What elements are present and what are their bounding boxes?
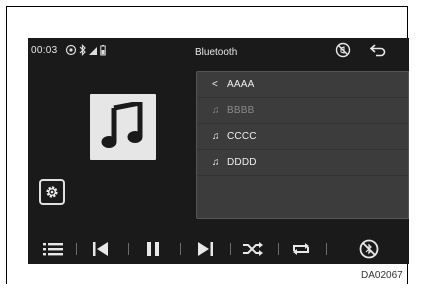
divider: [230, 243, 231, 255]
chevron-left-icon: <: [212, 79, 218, 90]
track-label: DDDD: [227, 157, 257, 168]
playback-controls: [28, 234, 409, 264]
music-note-icon: [101, 102, 143, 148]
settings-button[interactable]: [39, 179, 65, 205]
track-item[interactable]: ♫ DDDD: [197, 150, 408, 176]
clock: 00:03: [31, 45, 58, 56]
bluetooth-icon: [79, 44, 86, 56]
list-back-row[interactable]: < AAAA: [197, 72, 408, 98]
divider: [326, 243, 327, 255]
divider: [128, 243, 129, 255]
track-item[interactable]: ♫ BBBB: [197, 98, 408, 124]
album-art: [90, 94, 156, 160]
signal-strength-icon: [89, 47, 97, 55]
skip-back-icon: [93, 242, 108, 256]
music-note-icon: ♫: [212, 105, 220, 116]
music-note-icon: ♫: [212, 131, 220, 142]
repeat-icon: [293, 243, 309, 255]
list-menu-button[interactable]: [42, 238, 64, 260]
divider: [180, 243, 181, 255]
skip-forward-icon: [198, 242, 213, 256]
screen-title: Bluetooth: [195, 47, 238, 58]
head-unit-screen: 00:03 Bluetooth < AAAA ♫ BBBB ♫ CCCC ♫ D…: [28, 38, 409, 264]
figure-code: DA02067: [361, 270, 403, 281]
list-icon: [43, 243, 63, 256]
next-track-button[interactable]: [194, 238, 216, 260]
status-bar: 00:03 Bluetooth: [28, 38, 409, 66]
disconnect-button[interactable]: [358, 238, 380, 260]
music-note-icon: ♫: [212, 157, 220, 168]
mute-icon[interactable]: [335, 42, 351, 63]
battery-icon: [100, 45, 106, 56]
back-button[interactable]: [369, 42, 387, 63]
shuffle-button[interactable]: [242, 238, 264, 260]
bluetooth-off-icon: [359, 239, 379, 259]
track-list: < AAAA ♫ BBBB ♫ CCCC ♫ DDDD: [196, 71, 409, 219]
track-label: BBBB: [227, 105, 255, 116]
previous-track-button[interactable]: [90, 238, 112, 260]
track-item[interactable]: ♫ CCCC: [197, 124, 408, 150]
track-label: CCCC: [227, 131, 257, 142]
folder-label: AAAA: [227, 79, 255, 90]
divider: [76, 243, 77, 255]
repeat-button[interactable]: [290, 238, 312, 260]
shuffle-icon: [243, 242, 263, 256]
divider: [278, 243, 279, 255]
gear-icon: [46, 186, 58, 198]
wifi-hotspot-icon: [65, 44, 77, 56]
pause-button[interactable]: [142, 238, 164, 260]
status-icons: [65, 44, 106, 56]
pause-icon: [147, 242, 159, 256]
